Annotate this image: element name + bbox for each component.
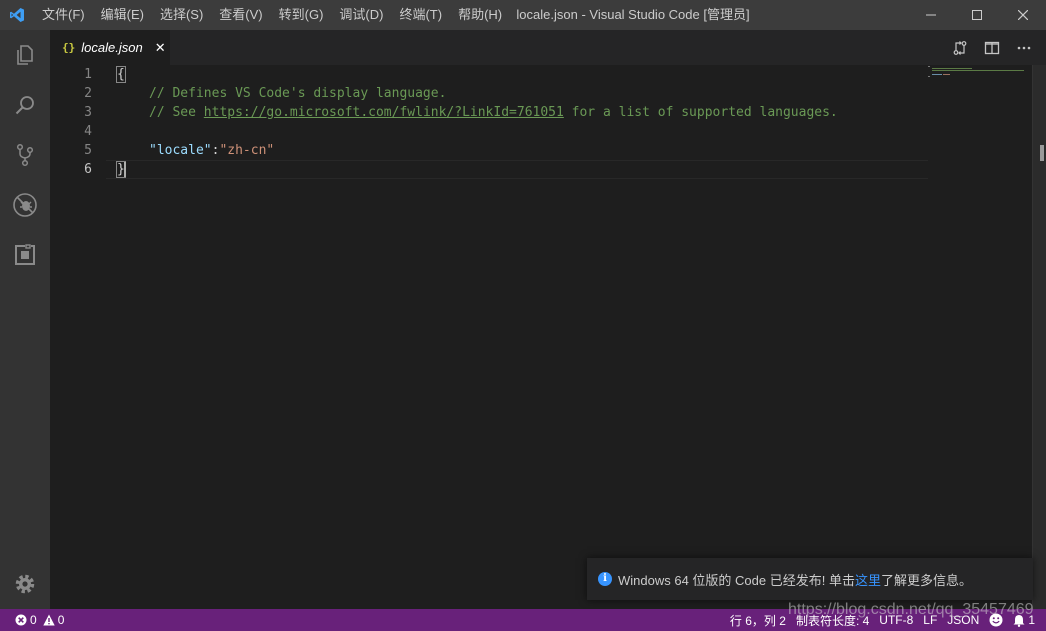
more-actions-button[interactable] — [1008, 30, 1040, 65]
comment-suffix: for a list of supported languages. — [563, 105, 838, 120]
line-number: 3 — [84, 105, 92, 120]
minimap-preview — [928, 66, 1024, 77]
code-line: } — [116, 160, 927, 179]
info-icon: i — [598, 572, 612, 586]
code-line: { — [116, 65, 927, 84]
line-number: 2 — [84, 86, 92, 101]
menu-selection[interactable]: 选择(S) — [152, 0, 211, 30]
more-icon — [1017, 46, 1031, 49]
line-number: 5 — [84, 143, 92, 158]
tab-locale-json[interactable]: {} locale.json ✕ — [50, 30, 170, 65]
warning-icon — [42, 614, 55, 626]
source-control-button[interactable] — [0, 130, 50, 180]
tab-bar: {} locale.json ✕ — [50, 30, 1046, 65]
line-number-active: 6 — [84, 162, 92, 177]
comment-prefix: // See — [149, 105, 204, 120]
text-cursor — [124, 162, 126, 177]
tab-label: locale.json — [81, 40, 143, 55]
menu-terminal[interactable]: 终端(T) — [391, 0, 450, 30]
tab-close-icon[interactable]: ✕ — [155, 40, 166, 56]
code-line: "locale":"zh-cn" — [117, 141, 927, 160]
activity-bar — [0, 30, 50, 609]
notification-toast: i Windows 64 位版的 Code 已经发布! 单击 这里 了解更多信息… — [587, 558, 1033, 600]
code-content[interactable]: { // Defines VS Code's display language.… — [116, 65, 927, 179]
cursor-position-status[interactable]: 行 6，列 2 — [725, 609, 791, 631]
line-number: 1 — [84, 67, 92, 82]
notification-text: Windows 64 位版的 Code 已经发布! 单击 — [618, 572, 855, 588]
json-value: "zh-cn" — [219, 143, 275, 158]
comment-link[interactable]: https://go.microsoft.com/fwlink/?LinkId=… — [204, 105, 564, 120]
code-line: // See https://go.microsoft.com/fwlink/?… — [117, 103, 927, 122]
error-count: 0 — [30, 613, 37, 627]
open-changes-button[interactable] — [944, 30, 976, 65]
maximize-button[interactable] — [954, 0, 1000, 30]
gear-icon — [15, 574, 35, 594]
status-bar: 0 0 行 6，列 2 制表符长度: 4 UTF-8 LF JSON 1 — [0, 609, 1046, 631]
line-number: 4 — [84, 124, 92, 139]
warning-count: 0 — [57, 613, 65, 627]
vertical-scrollbar[interactable] — [1032, 65, 1046, 609]
editor-actions — [944, 30, 1040, 65]
error-icon — [15, 614, 27, 626]
close-window-button[interactable] — [1000, 0, 1046, 30]
language-mode-status[interactable]: JSON — [942, 609, 984, 631]
extensions-button[interactable] — [0, 230, 50, 280]
menu-help[interactable]: 帮助(H) — [450, 0, 510, 30]
title-bar: 文件(F) 编辑(E) 选择(S) 查看(V) 转到(G) 调试(D) 终端(T… — [0, 0, 1046, 30]
split-editor-icon — [984, 41, 1000, 54]
extensions-icon — [15, 244, 35, 265]
vscode-logo-icon — [0, 0, 34, 30]
maximize-icon — [972, 10, 982, 20]
menu-view[interactable]: 查看(V) — [211, 0, 270, 30]
json-key: "locale" — [149, 143, 212, 158]
eol-status[interactable]: LF — [918, 609, 942, 631]
close-icon — [1018, 10, 1028, 20]
manage-settings-button[interactable] — [0, 559, 50, 609]
notifications-status[interactable]: 1 — [1008, 609, 1040, 631]
minimize-button[interactable] — [908, 0, 954, 30]
search-button[interactable] — [0, 80, 50, 130]
editor-area[interactable]: 1 2 3 4 5 6 { // Defines VS Code's displ… — [50, 65, 1046, 609]
encoding-status[interactable]: UTF-8 — [874, 609, 918, 631]
split-editor-button[interactable] — [976, 30, 1008, 65]
search-icon — [15, 96, 34, 115]
line-number-gutter: 1 2 3 4 5 6 — [50, 65, 106, 179]
compare-changes-icon — [953, 40, 967, 55]
bell-icon — [1013, 614, 1025, 627]
smiley-icon — [989, 613, 1003, 627]
menu-debug[interactable]: 调试(D) — [331, 0, 391, 30]
menu-go[interactable]: 转到(G) — [271, 0, 332, 30]
feedback-button[interactable] — [984, 609, 1008, 631]
source-control-icon — [16, 143, 34, 167]
minimize-icon — [926, 14, 936, 16]
code-line: // Defines VS Code's display language. — [117, 84, 927, 103]
comment-text: // Defines VS Code's display language. — [149, 86, 447, 101]
explorer-icon — [17, 45, 33, 65]
notification-suffix: 了解更多信息。 — [880, 572, 972, 588]
menu-file[interactable]: 文件(F) — [34, 0, 93, 30]
explorer-button[interactable] — [0, 30, 50, 80]
notification-count: 1 — [1028, 613, 1035, 627]
menu-bar: 文件(F) 编辑(E) 选择(S) 查看(V) 转到(G) 调试(D) 终端(T… — [34, 0, 510, 30]
open-brace: { — [116, 66, 126, 83]
json-file-icon: {} — [62, 41, 76, 54]
scrollbar-thumb[interactable] — [1040, 145, 1044, 161]
debug-icon — [13, 193, 37, 217]
indentation-status[interactable]: 制表符长度: 4 — [791, 609, 874, 631]
problems-status[interactable]: 0 0 — [10, 609, 69, 631]
menu-edit[interactable]: 编辑(E) — [93, 0, 152, 30]
window-controls — [908, 0, 1046, 30]
minimap[interactable] — [928, 65, 1032, 85]
notification-link[interactable]: 这里 — [855, 570, 881, 589]
debug-button[interactable] — [0, 180, 50, 230]
